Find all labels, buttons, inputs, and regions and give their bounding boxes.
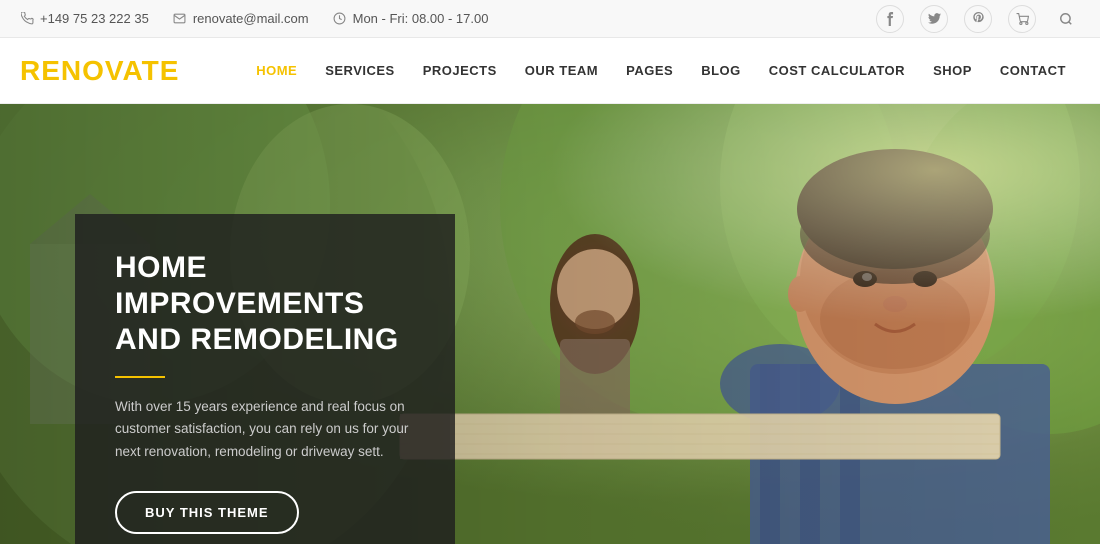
- hero-content-box: HOME IMPROVEMENTS AND REMODELING With ov…: [75, 214, 455, 544]
- email-item: renovate@mail.com: [173, 11, 309, 26]
- phone-text: +149 75 23 222 35: [40, 11, 149, 26]
- twitter-icon[interactable]: [920, 5, 948, 33]
- pinterest-icon[interactable]: [964, 5, 992, 33]
- phone-icon: [20, 12, 34, 26]
- logo[interactable]: RENOVATE: [20, 55, 179, 87]
- nav: HOME SERVICES PROJECTS OUR TEAM PAGES BL…: [242, 38, 1080, 104]
- top-bar-left: +149 75 23 222 35 renovate@mail.com Mon …: [20, 11, 876, 26]
- nav-item-pages[interactable]: PAGES: [612, 38, 687, 104]
- top-bar-right: [876, 5, 1080, 33]
- phone-item: +149 75 23 222 35: [20, 11, 149, 26]
- hero-section: HOME IMPROVEMENTS AND REMODELING With ov…: [0, 104, 1100, 544]
- buy-theme-button[interactable]: BUY THIS THEME: [115, 491, 299, 534]
- nav-item-projects[interactable]: PROJECTS: [409, 38, 511, 104]
- hero-body-text: With over 15 years experience and real f…: [115, 396, 415, 463]
- email-icon: [173, 12, 187, 26]
- header: RENOVATE HOME SERVICES PROJECTS OUR TEAM…: [0, 38, 1100, 104]
- cart-icon[interactable]: [1008, 5, 1036, 33]
- hours-item: Mon - Fri: 08.00 - 17.00: [333, 11, 489, 26]
- clock-icon: [333, 12, 347, 26]
- nav-item-cost-calculator[interactable]: COST CALCULATOR: [755, 38, 919, 104]
- nav-item-home[interactable]: HOME: [242, 38, 311, 104]
- nav-item-blog[interactable]: BLOG: [687, 38, 755, 104]
- hero-divider: [115, 376, 165, 378]
- nav-item-services[interactable]: SERVICES: [311, 38, 409, 104]
- facebook-icon[interactable]: [876, 5, 904, 33]
- nav-item-shop[interactable]: SHOP: [919, 38, 986, 104]
- top-bar: +149 75 23 222 35 renovate@mail.com Mon …: [0, 0, 1100, 38]
- nav-item-contact[interactable]: CONTACT: [986, 38, 1080, 104]
- hero-title: HOME IMPROVEMENTS AND REMODELING: [115, 250, 415, 358]
- nav-item-our-team[interactable]: OUR TEAM: [511, 38, 612, 104]
- search-icon[interactable]: [1052, 5, 1080, 33]
- hours-text: Mon - Fri: 08.00 - 17.00: [353, 11, 489, 26]
- email-text: renovate@mail.com: [193, 11, 309, 26]
